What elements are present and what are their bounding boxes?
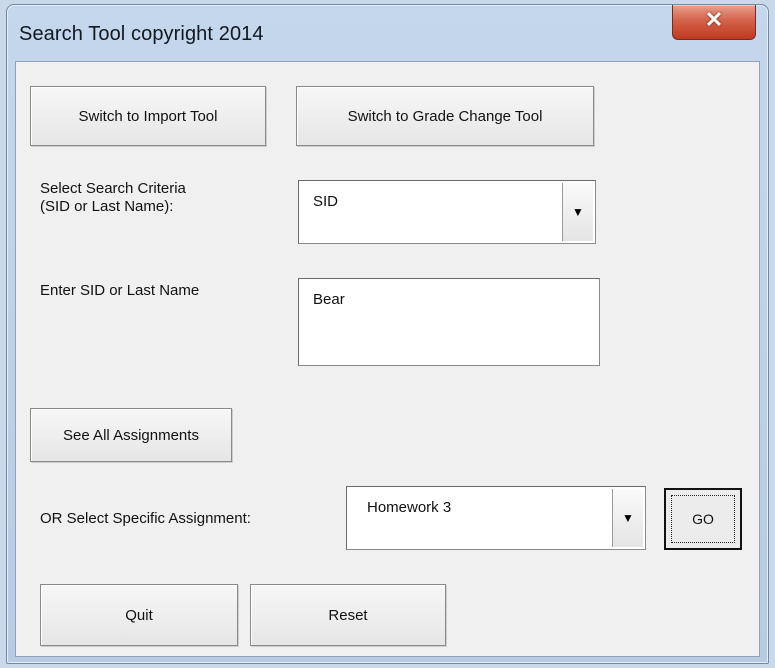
close-button[interactable]: ✕ [672, 5, 756, 40]
search-term-input[interactable]: Bear [298, 278, 600, 366]
assignment-dropdown[interactable]: Homework 3 ▼ [346, 486, 646, 550]
switch-to-grade-change-button[interactable]: Switch to Grade Change Tool [296, 86, 594, 146]
search-criteria-label-line2: (SID or Last Name): [40, 198, 174, 215]
go-button[interactable]: GO [664, 488, 742, 550]
window-frame: Search Tool copyright 2014 ✕ Switch to I… [6, 4, 769, 664]
quit-button[interactable]: Quit [40, 584, 238, 646]
dialog-body: Switch to Import Tool Switch to Grade Ch… [15, 61, 760, 657]
assignment-selected-value: Homework 3 [367, 499, 452, 516]
search-term-value: Bear [313, 291, 345, 308]
chevron-down-icon[interactable]: ▼ [612, 489, 643, 547]
reset-button[interactable]: Reset [250, 584, 446, 646]
chevron-down-icon[interactable]: ▼ [562, 183, 593, 241]
search-criteria-label-line1: Select Search Criteria [40, 180, 186, 197]
title-bar[interactable]: Search Tool copyright 2014 ✕ [7, 5, 768, 61]
specific-assignment-label: OR Select Specific Assignment: [40, 510, 251, 527]
switch-to-import-button[interactable]: Switch to Import Tool [30, 86, 266, 146]
window-title: Search Tool copyright 2014 [19, 23, 264, 45]
close-icon: ✕ [704, 7, 724, 32]
focus-rectangle [671, 495, 735, 543]
search-criteria-value: SID [313, 193, 339, 210]
see-all-assignments-button[interactable]: See All Assignments [30, 408, 232, 462]
search-term-label: Enter SID or Last Name [40, 282, 200, 299]
search-criteria-label: Select Search Criteria (SID or Last Name… [40, 180, 186, 216]
search-criteria-dropdown[interactable]: SID ▼ [298, 180, 596, 244]
